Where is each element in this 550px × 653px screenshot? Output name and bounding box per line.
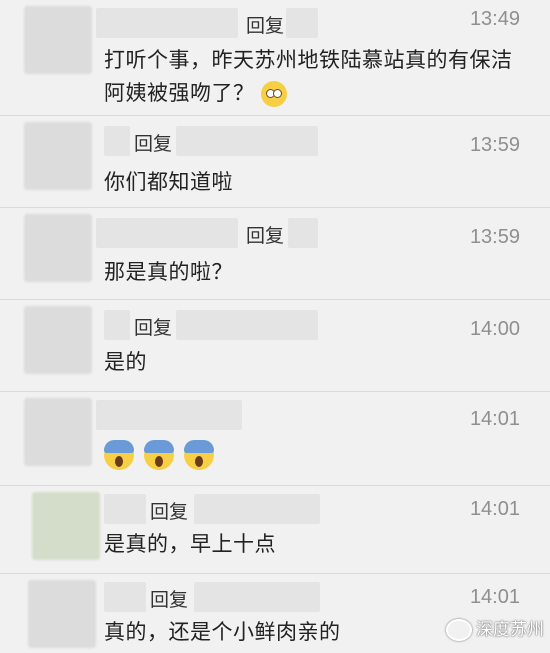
comment-time: 13:59 [469,134,520,156]
comment-item: 回复 14:00 是的 [0,300,550,392]
blurred-reply-target [194,582,320,612]
blurred-username [104,582,146,612]
avatar[interactable] [24,214,92,282]
reply-label[interactable]: 回复 [134,129,172,156]
blurred-username [96,218,238,248]
comment-item: 14:01 [0,392,550,486]
blurred-username [104,126,130,156]
avatar[interactable] [24,6,92,74]
avatar[interactable] [24,398,92,466]
comment-text: 你们都知道啦 [104,170,233,194]
watermark-text: 深度苏州 [476,620,544,640]
blurred-reply-target [176,310,318,340]
blurred-username [96,400,242,430]
face-screaming-in-fear-emoji [184,440,214,470]
blurred-username [96,8,238,38]
comment-text: 是真的，早上十点 [104,532,276,556]
comment-text-content: 打听个事，昨天苏州地铁陆慕站真的有保洁阿姨被强吻了？ [104,48,513,105]
comment-item: 回复 13:49 打听个事，昨天苏州地铁陆慕站真的有保洁阿姨被强吻了？ [0,0,550,116]
comment-text: 是的 [104,350,147,374]
reply-label[interactable]: 回复 [134,313,172,340]
comment-emojis [104,438,530,471]
blurred-reply-target [288,218,318,248]
avatar[interactable] [28,580,96,648]
comment-text: 那是真的啦？ [104,260,233,284]
avatar[interactable] [32,492,100,560]
comment-time: 13:59 [469,226,520,248]
comment-item: 回复 13:59 你们都知道啦 [0,116,550,208]
face-screaming-in-fear-emoji [144,440,174,470]
face-screaming-in-fear-emoji [104,440,134,470]
blurred-username [104,310,130,340]
comment-time: 14:01 [469,498,520,520]
blurred-reply-target [286,8,318,38]
flushed-face-emoji [260,81,287,107]
avatar[interactable] [24,122,92,190]
reply-label[interactable]: 回复 [150,585,188,612]
comment-time: 14:00 [469,318,520,340]
reply-label[interactable]: 回复 [150,497,188,524]
comment-item: 回复 14:01 是真的，早上十点 [0,486,550,574]
blurred-reply-target [176,126,318,156]
comment-text: 打听个事，昨天苏州地铁陆慕站真的有保洁阿姨被强吻了？ [104,44,530,110]
blurred-reply-target [194,494,320,524]
wechat-official-account-icon [446,619,472,641]
comment-item: 回复 13:59 那是真的啦？ [0,208,550,300]
comment-time: 14:01 [469,586,520,608]
reply-label[interactable]: 回复 [246,221,284,248]
blurred-username [104,494,146,524]
comment-time: 14:01 [469,408,520,430]
comment-time: 13:49 [469,8,520,30]
reply-label[interactable]: 回复 [246,11,284,38]
comment-item: 回复 14:01 真的，还是个小鲜肉亲的 [0,574,550,653]
watermark: 深度苏州 [446,615,544,641]
avatar[interactable] [24,306,92,374]
